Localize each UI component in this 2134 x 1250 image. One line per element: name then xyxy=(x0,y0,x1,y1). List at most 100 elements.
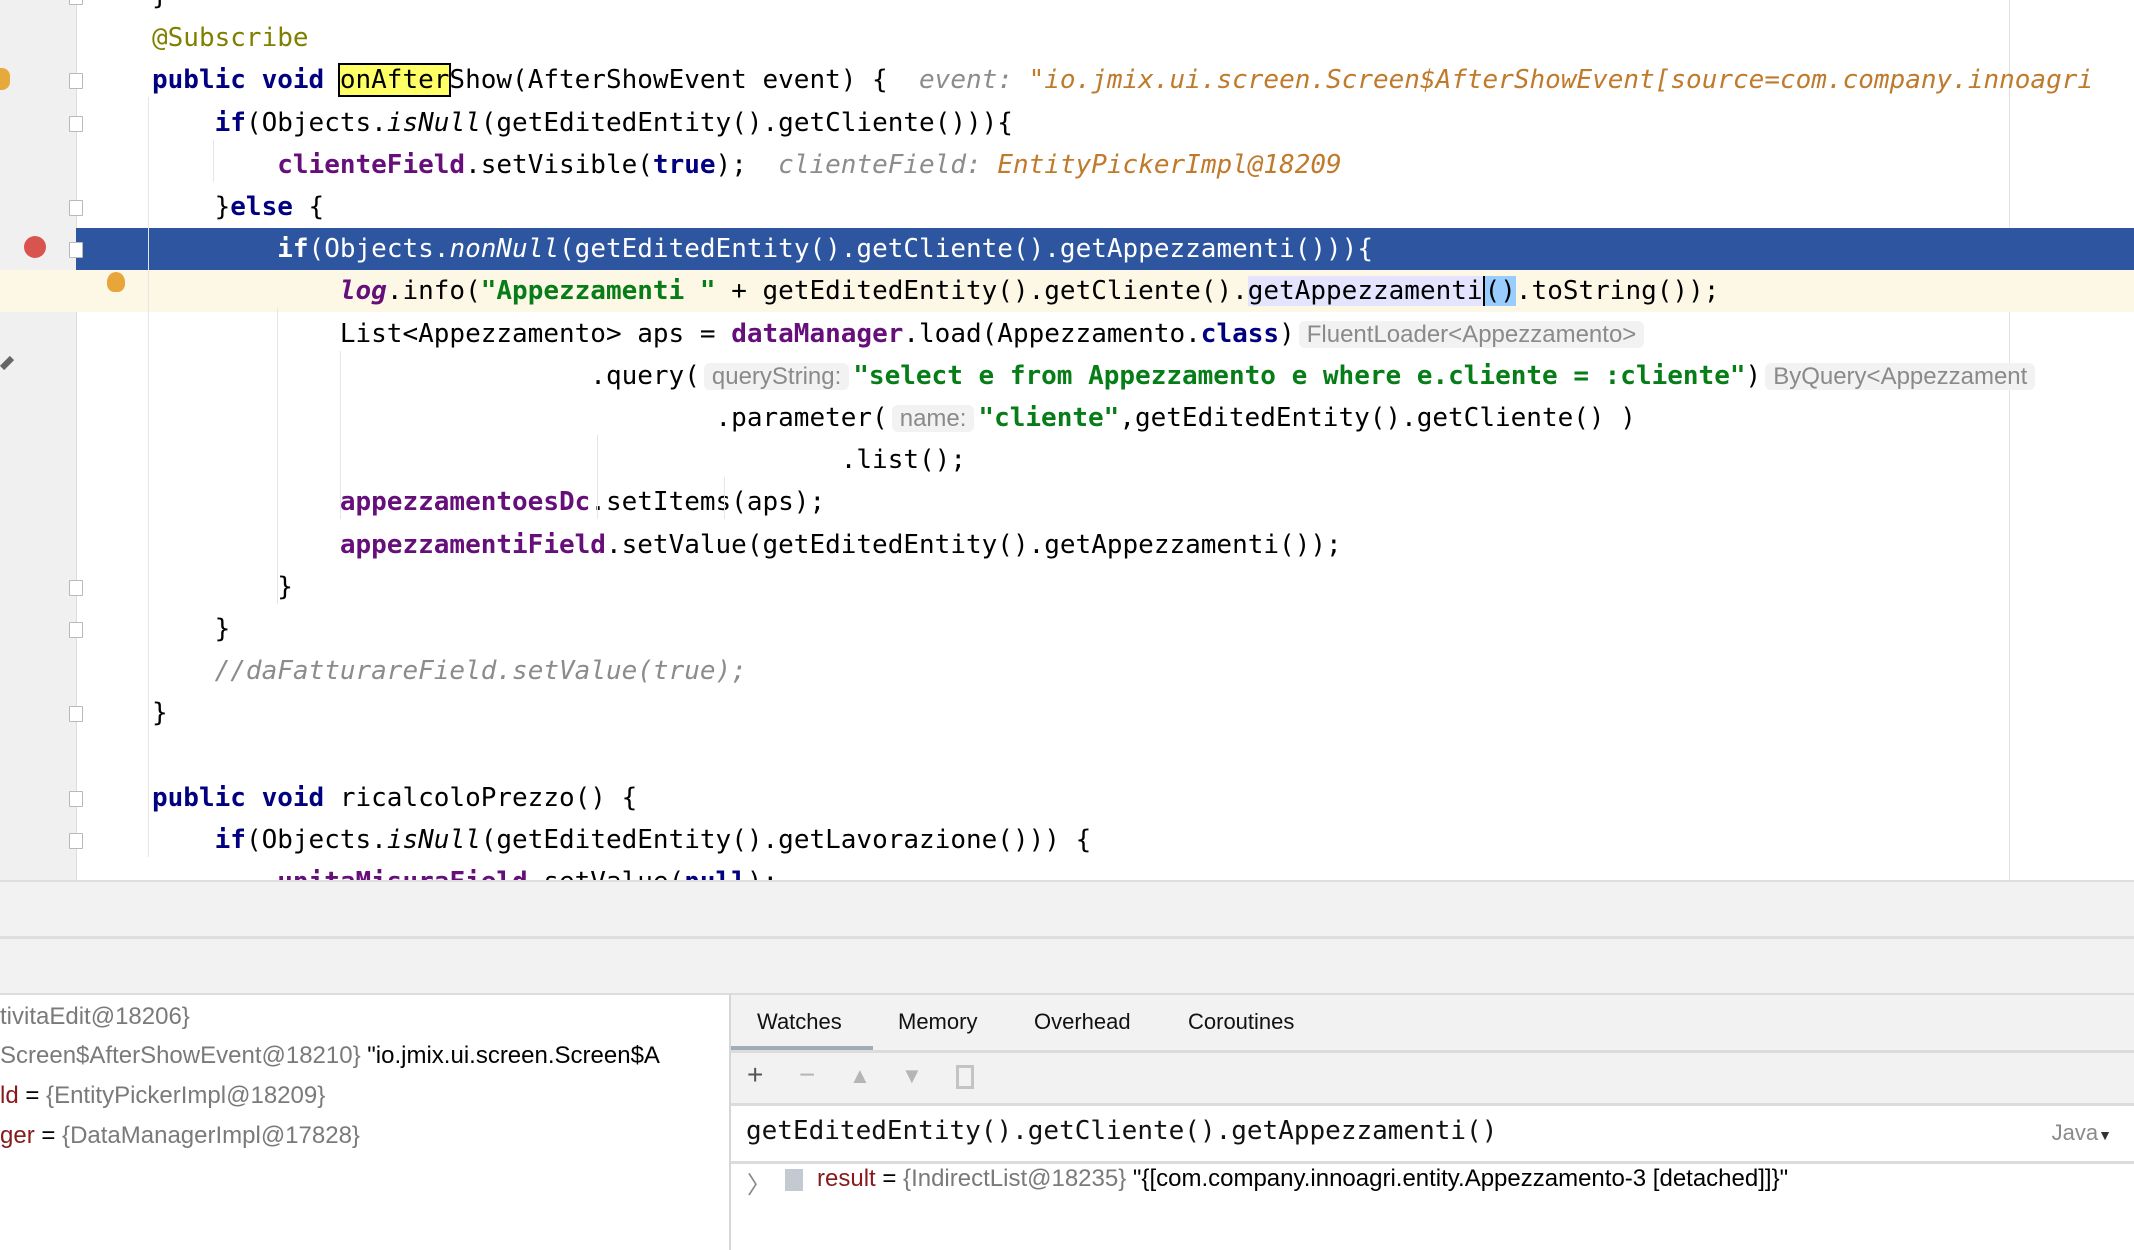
code-line[interactable]: public void ricalcoloPrezzo() { xyxy=(0,777,2134,819)
inlay-hint: FluentLoader<Appezzamento> xyxy=(1298,320,1645,348)
debug-breakpoint-icon[interactable] xyxy=(24,236,46,258)
watch-result-row[interactable]: 〉 result = {IndirectList@18235} "{[com.c… xyxy=(731,1165,2134,1205)
code-token: } xyxy=(152,192,231,222)
code-token: @Subscribe xyxy=(152,23,309,54)
code-token: isNull xyxy=(386,825,481,855)
code-line[interactable]: } xyxy=(0,0,2134,17)
watch-expression-row[interactable]: getEditedEntity().getCliente().getAppezz… xyxy=(731,1106,2134,1164)
list-table-icon xyxy=(785,1169,803,1191)
code-token: + getEditedEntity().getCliente(). xyxy=(715,276,1248,307)
tab-watches[interactable]: Watches xyxy=(757,1009,842,1035)
code-line[interactable]: @Subscribe xyxy=(0,17,2134,59)
code-token: } xyxy=(152,571,293,602)
code-token: (getEditedEntity().getCliente())){ xyxy=(480,107,1013,138)
code-line[interactable]: if(Objects.isNull(getEditedEntity().getL… xyxy=(0,819,2134,861)
fold-marker-icon[interactable] xyxy=(69,0,83,5)
code-editor[interactable]: } @Subscribe public void onAfterShow(After… xyxy=(0,0,2134,880)
code-token: .query( xyxy=(152,360,700,391)
tab-memory[interactable]: Memory xyxy=(898,1009,977,1035)
code-token: } xyxy=(152,614,231,644)
variable-row[interactable]: ld = {EntityPickerImpl@18209} xyxy=(0,1082,325,1110)
code-token: .info( xyxy=(386,276,481,307)
variable-row[interactable]: Screen$AfterShowEvent@18210} "io.jmix.ui… xyxy=(0,1042,660,1070)
code-token: "Appezzamenti " xyxy=(480,276,716,307)
language-dropdown[interactable]: Java▼ xyxy=(2052,1120,2112,1146)
code-token: ,getEditedEntity().getCliente() ) xyxy=(1119,403,1636,433)
code-line[interactable]: clienteField.setVisible(true); clienteFi… xyxy=(0,144,2134,186)
code-line[interactable]: public void onAfterShow(AfterShowEvent e… xyxy=(0,59,2134,101)
code-token: onAfter xyxy=(337,63,452,98)
fold-marker-icon[interactable] xyxy=(69,833,83,849)
code-token: (Objects. xyxy=(308,234,450,265)
code-token: } xyxy=(152,698,168,729)
code-line[interactable]: log.info("Appezzamenti " + getEditedEnti… xyxy=(0,270,2134,313)
code-token: public void xyxy=(152,65,340,96)
fold-marker-icon[interactable] xyxy=(69,115,83,132)
code-token: .setValue(getEditedEntity().getAppezzame… xyxy=(605,529,1342,560)
indent-guide xyxy=(724,477,725,520)
code-token: clienteField: xyxy=(778,149,998,180)
code-token: getAppezzamenti xyxy=(1247,276,1483,307)
code-line[interactable]: } xyxy=(0,566,2134,608)
code-line[interactable]: unitaMisuraField.setValue(null); xyxy=(0,861,2134,880)
code-line[interactable]: .query(queryString: "select e from Appezz… xyxy=(0,355,2134,397)
fold-marker-icon[interactable] xyxy=(69,622,83,638)
watches-panel[interactable]: Watches Memory Overhead Coroutines + − ▲… xyxy=(731,993,2134,1250)
move-down-icon[interactable]: ▼ xyxy=(901,1063,923,1089)
indent-guide xyxy=(277,308,278,604)
fold-marker-icon[interactable] xyxy=(69,242,83,259)
code-token: if xyxy=(214,107,246,138)
code-line[interactable]: } xyxy=(0,608,2134,650)
code-line[interactable]: .list(); xyxy=(0,439,2134,481)
variable-row[interactable]: ger = {DataManagerImpl@17828} xyxy=(0,1122,360,1150)
inlay-hint: queryString: xyxy=(703,362,850,390)
duplicate-icon[interactable] xyxy=(956,1065,974,1089)
active-tab-indicator xyxy=(731,1046,873,1050)
fold-marker-icon[interactable] xyxy=(69,200,83,216)
watch-expression[interactable]: getEditedEntity().getCliente().getAppezz… xyxy=(746,1116,1497,1146)
code-token: List<Appezzamento> aps = xyxy=(152,318,732,349)
code-line[interactable] xyxy=(0,735,2134,777)
remove-icon[interactable]: − xyxy=(799,1059,815,1091)
code-line[interactable]: if(Objects.isNull(getEditedEntity().getC… xyxy=(0,102,2134,144)
inlay-hint: name: xyxy=(891,405,975,432)
code-token: .load(Appezzamento. xyxy=(903,318,1201,349)
code-token: .setVisible( xyxy=(465,149,653,180)
indent-guide xyxy=(597,435,598,520)
code-line[interactable]: appezzamentiField.setValue(getEditedEnti… xyxy=(0,524,2134,566)
code-token: true xyxy=(652,149,716,180)
tab-overhead[interactable]: Overhead xyxy=(1034,1009,1131,1035)
code-token: else xyxy=(230,192,293,222)
tab-coroutines[interactable]: Coroutines xyxy=(1188,1009,1294,1035)
lightbulb-icon[interactable] xyxy=(107,272,125,292)
inlay-hint: ByQuery<Appezzament xyxy=(1765,362,2036,390)
code-line[interactable]: .parameter(name: "cliente",getEditedEntit… xyxy=(0,397,2134,439)
fold-marker-icon[interactable] xyxy=(69,73,83,90)
fold-marker-icon[interactable] xyxy=(69,790,83,807)
code-line[interactable]: //daFatturareField.setValue(true); xyxy=(0,650,2134,692)
code-token: EntityPickerImpl@18209 xyxy=(997,149,1342,180)
add-icon[interactable]: + xyxy=(747,1059,763,1091)
fold-marker-icon[interactable] xyxy=(69,706,83,723)
debug-tabs: Watches Memory Overhead Coroutines xyxy=(731,995,2134,1053)
code-token: "io.jmix.ui.screen.Screen$AfterShowEvent… xyxy=(1028,65,2094,96)
code-line[interactable]: appezzamentoesDc.setItems(aps); xyxy=(0,481,2134,523)
code-line[interactable]: List<Appezzamento> aps = dataManager.loa… xyxy=(0,313,2134,355)
code-line-selected[interactable]: if(Objects.nonNull(getEditedEntity().get… xyxy=(76,228,2134,271)
code-token: public void xyxy=(152,782,340,813)
code-token: ) xyxy=(1745,360,1762,391)
variables-panel[interactable]: tivitaEdit@18206} Screen$AfterShowEvent@… xyxy=(0,993,731,1250)
fold-marker-icon[interactable] xyxy=(69,579,83,596)
code-token: ricalcoloPrezzo() { xyxy=(339,782,638,813)
variable-row[interactable]: tivitaEdit@18206} xyxy=(0,1003,190,1031)
expand-chevron-icon[interactable]: 〉 xyxy=(747,1165,771,1200)
code-line[interactable]: } xyxy=(0,692,2134,734)
move-up-icon[interactable]: ▲ xyxy=(849,1063,871,1089)
code-line[interactable]: }else { xyxy=(0,186,2134,228)
